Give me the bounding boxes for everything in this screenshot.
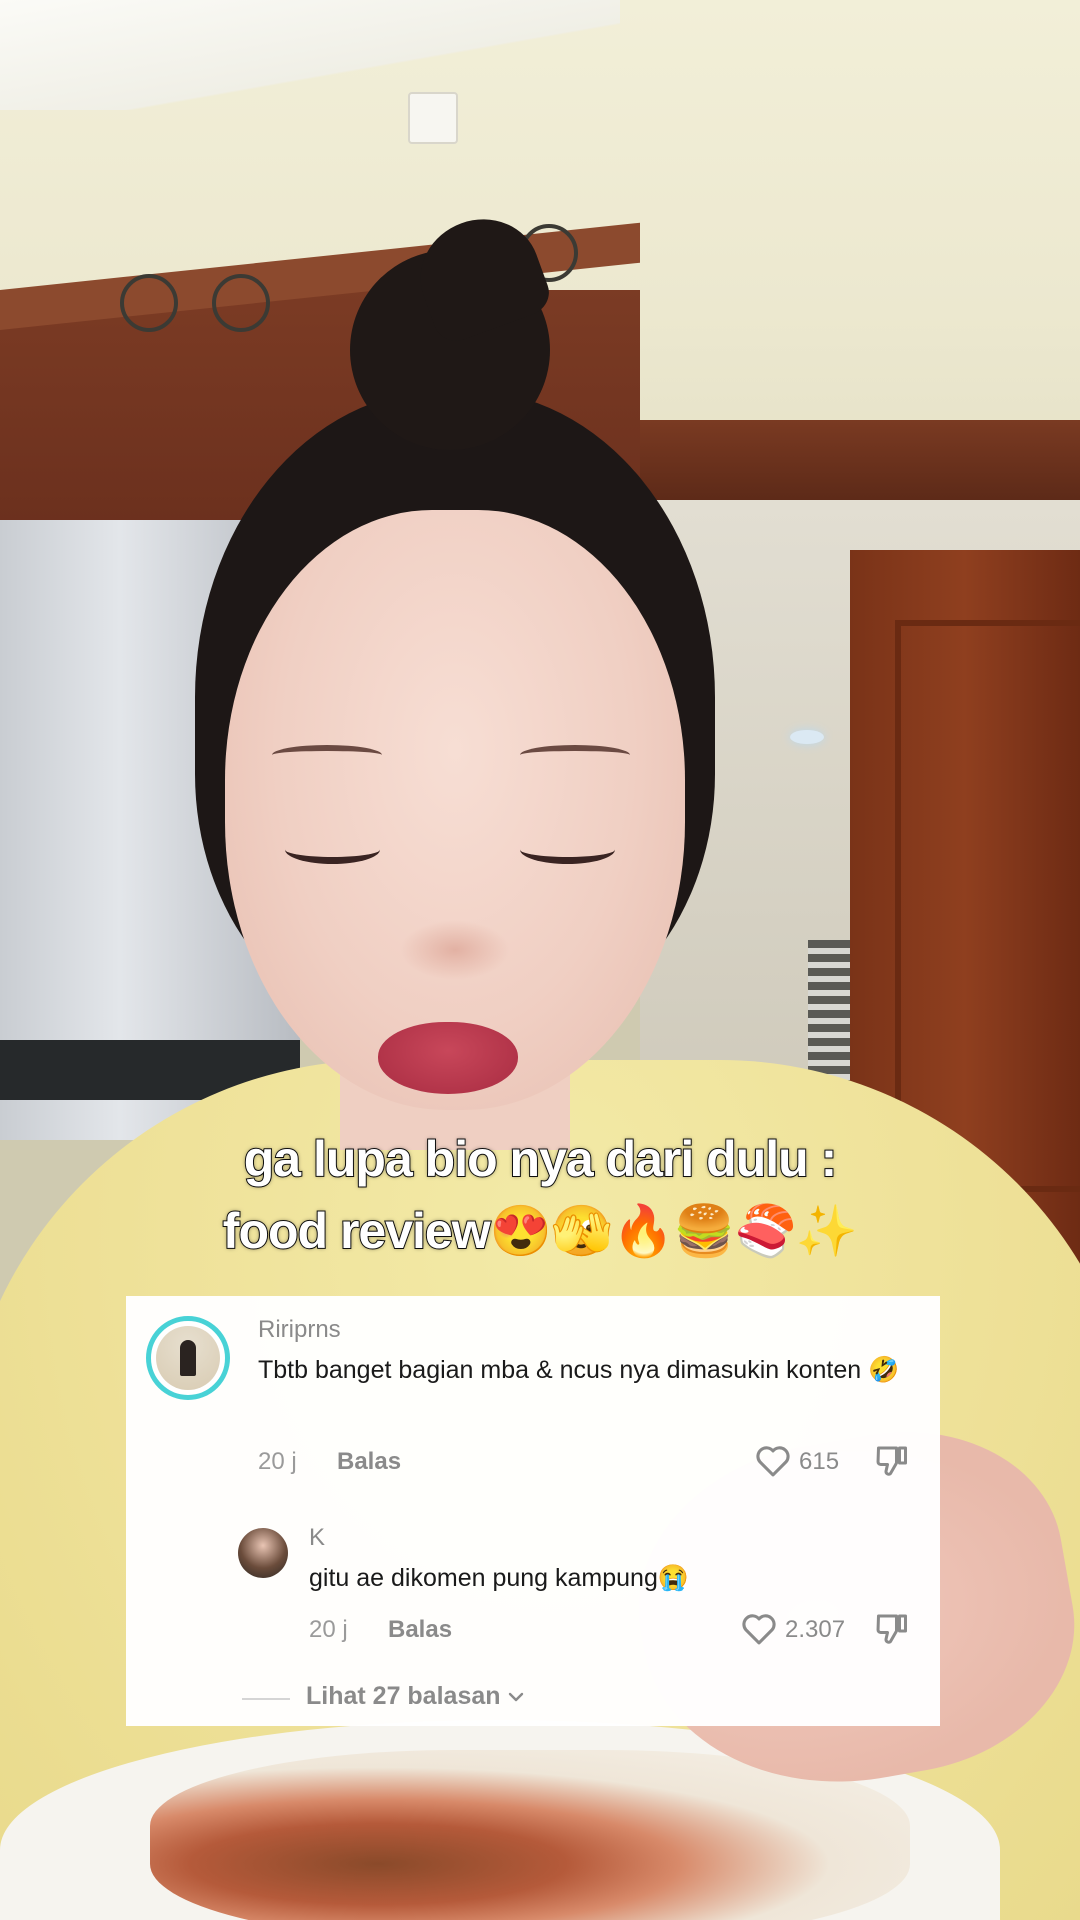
comment-time: 20 j — [258, 1448, 297, 1475]
caption-text: food review — [222, 1202, 492, 1260]
ceiling-beam — [640, 420, 1080, 500]
view-replies-label: Lihat 27 balasan — [306, 1682, 501, 1710]
video-caption-line-2: food review😍🫣🔥🍔🍣✨ — [0, 1202, 1080, 1261]
reply-time: 20 j — [309, 1616, 348, 1643]
eye — [520, 835, 615, 864]
divider-line — [242, 1698, 290, 1700]
reply-reply-button[interactable]: Balas — [388, 1616, 452, 1644]
avatar-image — [156, 1326, 220, 1390]
nose — [400, 920, 510, 980]
eyebrow — [520, 745, 630, 765]
bicycle-ornament — [120, 232, 270, 332]
reply-text: gitu ae dikomen pung kampung😭 — [309, 1564, 689, 1592]
chevron-down-icon — [509, 1692, 524, 1702]
ceiling-trim — [0, 0, 620, 110]
comment-text: Tbtb banget bagian mba & ncus nya dimasu… — [258, 1356, 900, 1384]
door-panel — [895, 620, 1080, 1192]
heart-outline-icon[interactable] — [754, 1444, 792, 1478]
reply-like-count: 2.307 — [785, 1616, 846, 1643]
comment-like-count: 615 — [799, 1448, 840, 1475]
eyebrow — [272, 745, 382, 765]
wall-socket — [408, 92, 458, 144]
commenter-avatar[interactable] — [146, 1316, 230, 1400]
person-face — [225, 510, 685, 1110]
heart-outline-icon[interactable] — [740, 1612, 778, 1646]
comment-card: Ririprns Tbtb banget bagian mba & ncus n… — [126, 1296, 940, 1726]
reply-avatar[interactable] — [238, 1528, 288, 1578]
caption-emojis: 😍🫣🔥🍔🍣✨ — [489, 1203, 859, 1259]
eye — [285, 835, 380, 864]
lips — [378, 1022, 518, 1094]
view-replies-button[interactable]: Lihat 27 balasan — [306, 1682, 525, 1711]
thumbs-down-icon[interactable] — [874, 1610, 910, 1646]
comment-username[interactable]: Ririprns — [258, 1316, 341, 1344]
reply-button[interactable]: Balas — [337, 1448, 401, 1476]
ceiling-light — [790, 730, 824, 744]
reply-username[interactable]: K — [309, 1524, 325, 1552]
video-caption-line-1: ga lupa bio nya dari dulu : — [243, 1130, 838, 1188]
thumbs-down-icon[interactable] — [874, 1442, 910, 1478]
